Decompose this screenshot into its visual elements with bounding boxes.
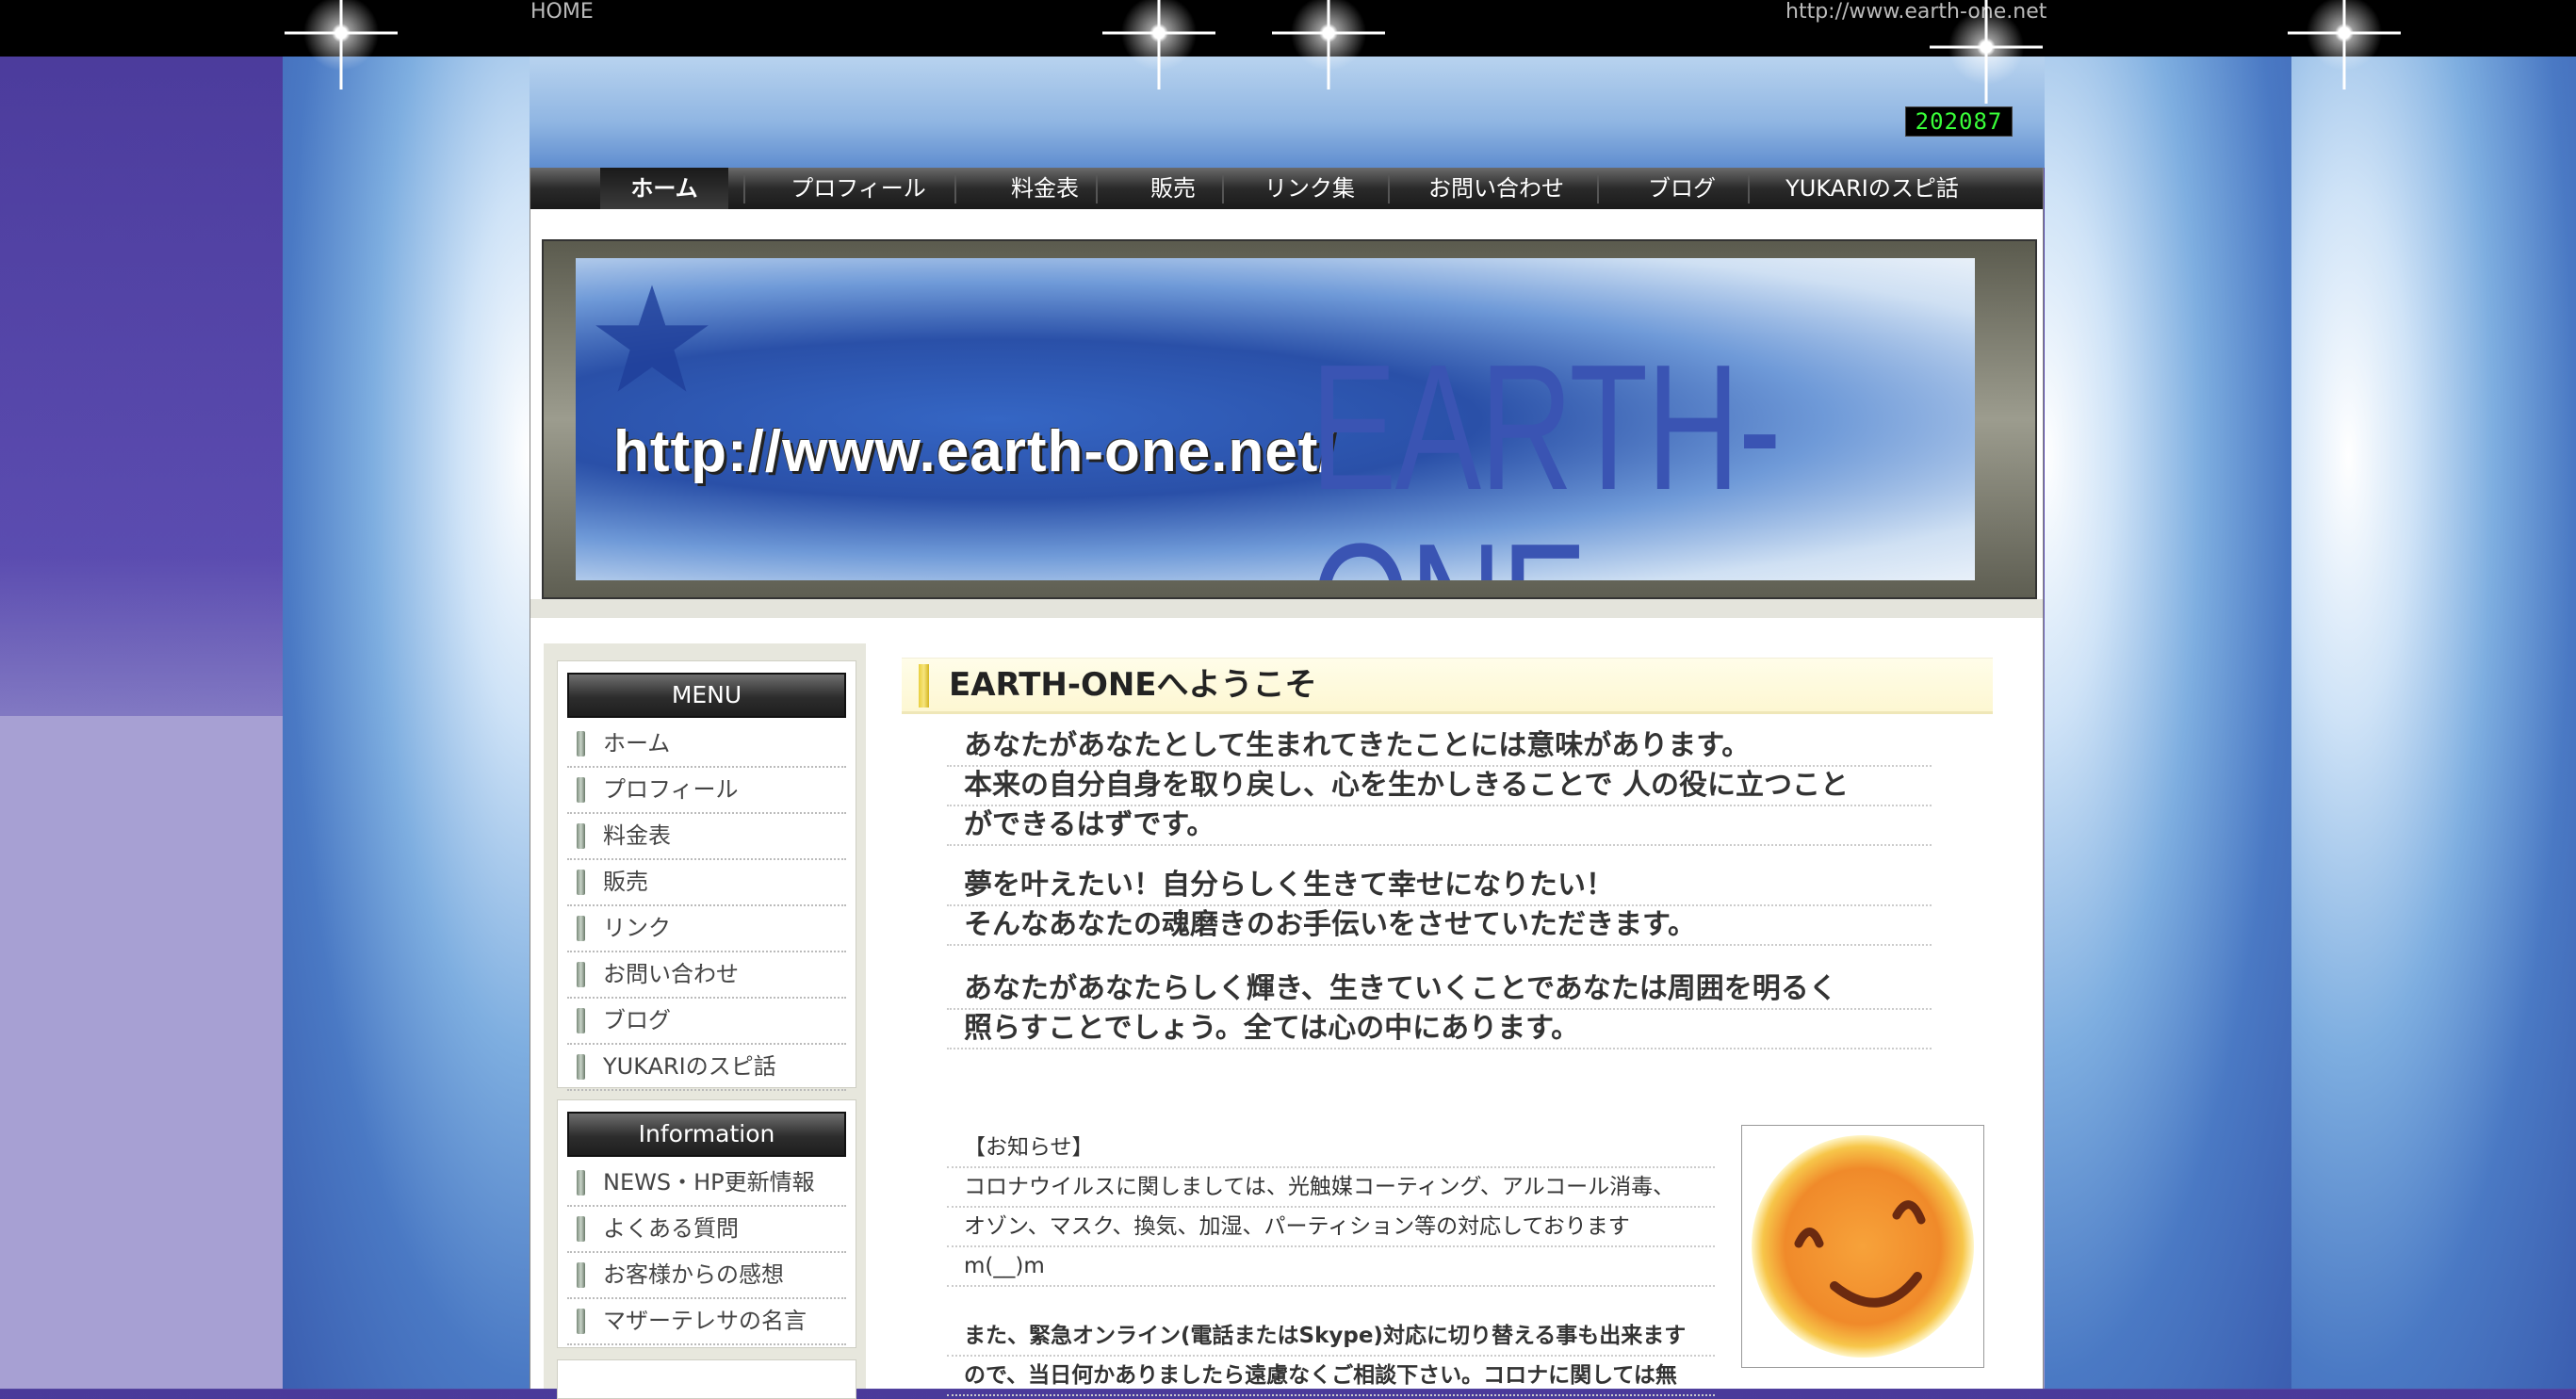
intro-paragraph-2: 夢を叶えたい！自分らしく生きて幸せになりたい！ そんなあなたの魂磨きのお手伝いを… [947, 867, 1932, 946]
sidebar-item-label: お客様からの感想 [603, 1261, 784, 1288]
bullet-icon [577, 1170, 585, 1196]
sidebar-item-label: ホーム [603, 730, 671, 756]
nav-contact[interactable]: お問い合わせ [1390, 168, 1603, 209]
earth-one-logo: EARTH-ONE [1311, 328, 1782, 580]
top-bar: HOME http://www.earth-one.net [0, 0, 2576, 57]
bullet-icon [577, 1008, 585, 1033]
bullet-icon [577, 916, 585, 941]
star-icon [591, 279, 713, 401]
sidebar-item-label: よくある質問 [603, 1215, 739, 1242]
text-line: ができるはずです。 [947, 806, 1932, 846]
notice-title: 【お知らせ】 [947, 1129, 1715, 1168]
text-line: コロナウイルスに関しましては、光触媒コーティング、アルコール消毒、 [947, 1168, 1715, 1208]
nav-links[interactable]: リンク集 [1224, 168, 1395, 209]
text-line: また、緊急オンライン(電話またはSkype)対応に切り替える事も出来ます [947, 1317, 1715, 1357]
sidebar: MENU ホーム プロフィール 料金表 販売 リンク お問い合わせ ブログ YU… [544, 643, 866, 1399]
sidebar-item-news[interactable]: NEWS・HP更新情報 [567, 1161, 846, 1207]
text-line: あなたがあなたらしく輝き、生きていくことであなたは周囲を明るく [947, 970, 1932, 1010]
text-line: 夢を叶えたい！自分らしく生きて幸せになりたい！ [947, 867, 1932, 906]
sidebar-item-faq[interactable]: よくある質問 [567, 1207, 846, 1253]
menu-title: MENU [567, 673, 846, 718]
sidebar-box-partial [557, 1359, 856, 1399]
intro-paragraph-3: あなたがあなたらしく輝き、生きていくことであなたは周囲を明るく 照らすことでしょ… [947, 970, 1932, 1049]
sidebar-item-blog[interactable]: ブログ [567, 999, 846, 1045]
sidebar-item-label: YUKARIのスピ話 [603, 1053, 776, 1080]
home-link[interactable]: HOME [530, 0, 594, 24]
header-water-background [530, 57, 2045, 168]
intro-paragraph-1: あなたがあなたとして生まれてきたことには意味があります。 本来の自分自身を取り戻… [947, 727, 1932, 846]
nav-profile[interactable]: プロフィール [745, 168, 971, 209]
bullet-icon [577, 1309, 585, 1334]
sidebar-item-testimonials[interactable]: お客様からの感想 [567, 1253, 846, 1299]
sidebar-item-label: プロフィール [603, 776, 739, 803]
water-splash-background-far-right [2291, 57, 2576, 1389]
bullet-icon [577, 777, 585, 803]
content-wrapper: ホーム プロフィール 料金表 販売 リンク集 お問い合わせ ブログ YUKARI… [530, 168, 2044, 1399]
global-nav: ホーム プロフィール 料金表 販売 リンク集 お問い合わせ ブログ YUKARI… [530, 168, 2043, 209]
page-title: EARTH-ONEへようこそ [949, 666, 1317, 704]
site-url-link[interactable]: http://www.earth-one.net [1785, 0, 2046, 24]
bullet-icon [577, 823, 585, 849]
sidebar-item-links[interactable]: リンク [567, 906, 846, 952]
nav-blog[interactable]: ブログ [1599, 168, 1765, 209]
main-content: EARTH-ONEへようこそ あなたがあなたとして生まれてきたことには意味があり… [902, 658, 1995, 1396]
nav-yukari-spi-talk[interactable]: YUKARIのスピ話 [1750, 168, 1995, 209]
welcome-heading: EARTH-ONEへようこそ [902, 658, 1993, 714]
menu-box: MENU ホーム プロフィール 料金表 販売 リンク お問い合わせ ブログ YU… [557, 660, 856, 1091]
sidebar-item-label: ブログ [603, 1007, 671, 1033]
text-line: オゾン、マスク、換気、加湿、パーティション等の対応しております [947, 1208, 1715, 1247]
text-line: ので、当日何かありましたら遠慮なくご相談下さい。コロナに関しては無 [947, 1357, 1715, 1396]
notice-section: 【お知らせ】 コロナウイルスに関しましては、光触媒コーティング、アルコール消毒、… [947, 1129, 1715, 1287]
sidebar-item-label: NEWS・HP更新情報 [603, 1169, 815, 1196]
water-splash-background-right [2045, 57, 2291, 1389]
bullet-icon [577, 731, 585, 756]
banner-url-text: http://www.earth-one.net/ [613, 419, 1336, 484]
sidebar-item-sales[interactable]: 販売 [567, 860, 846, 906]
text-line: 照らすことでしょう。全ては心の中にあります。 [947, 1010, 1932, 1049]
notice-section-2: また、緊急オンライン(電話またはSkype)対応に切り替える事も出来ます ので、… [947, 1317, 1715, 1396]
bullet-icon [577, 1216, 585, 1242]
header-banner: http://www.earth-one.net/ EARTH-ONE [576, 258, 1975, 580]
bullet-icon [577, 870, 585, 895]
sidebar-item-profile[interactable]: プロフィール [567, 768, 846, 814]
sidebar-item-home[interactable]: ホーム [567, 722, 846, 768]
text-line: あなたがあなたとして生まれてきたことには意味があります。 [947, 727, 1932, 767]
sidebar-item-label: お問い合わせ [603, 961, 739, 987]
smiley-face-image [1741, 1125, 1984, 1368]
heading-accent [919, 664, 929, 708]
bullet-icon [577, 1054, 585, 1080]
visitor-counter: 202087 [1905, 106, 2013, 137]
sidebar-item-yukari-spi-talk[interactable]: YUKARIのスピ話 [567, 1045, 846, 1091]
page-background [0, 716, 283, 1389]
information-title: Information [567, 1112, 846, 1157]
sidebar-item-pricing[interactable]: 料金表 [567, 814, 846, 860]
bullet-icon [577, 962, 585, 987]
divider-strip [530, 599, 2043, 618]
text-line: 本来の自分自身を取り戻し、心を生かしきることで 人の役に立つこと [947, 767, 1932, 806]
water-splash-background-left [283, 57, 530, 1389]
sidebar-item-label: 料金表 [603, 822, 671, 849]
sidebar-item-label: リンク [603, 915, 671, 941]
bullet-icon [577, 1262, 585, 1288]
sidebar-item-contact[interactable]: お問い合わせ [567, 952, 846, 999]
text-line: m(__)m [947, 1247, 1715, 1287]
sidebar-item-label: マザーテレサの名言 [603, 1308, 807, 1334]
sidebar-item-mother-teresa-quotes[interactable]: マザーテレサの名言 [567, 1299, 846, 1345]
sidebar-item-label: 販売 [603, 869, 648, 895]
text-line: そんなあなたの魂磨きのお手伝いをさせていただきます。 [947, 906, 1932, 946]
nav-home[interactable]: ホーム [600, 168, 728, 209]
information-box: Information NEWS・HP更新情報 よくある質問 お客様からの感想 … [557, 1099, 856, 1348]
